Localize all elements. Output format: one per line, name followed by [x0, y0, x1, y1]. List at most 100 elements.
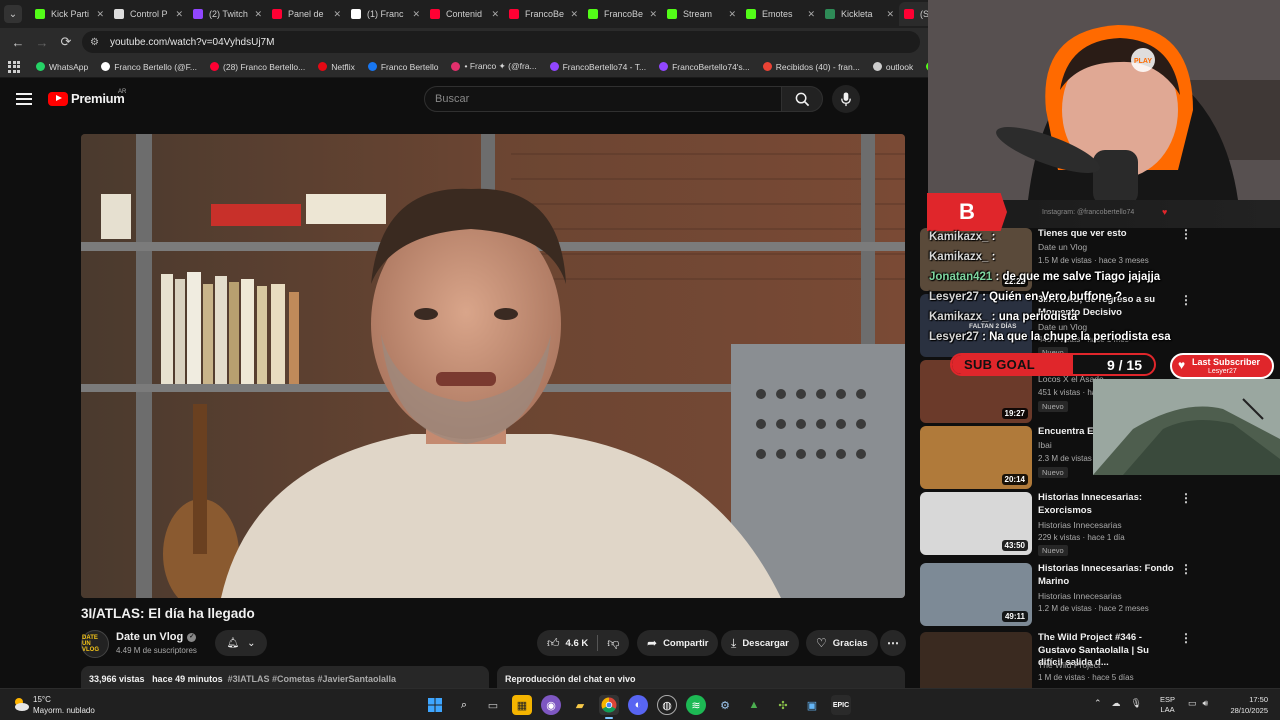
thumbs-down-icon[interactable]: 👎︎ [607, 636, 619, 651]
recommended-channel[interactable]: Historias Innecesarias [1038, 520, 1122, 530]
forward-button[interactable]: → [30, 30, 54, 54]
tab-close-icon[interactable]: ✕ [649, 9, 657, 20]
bookmark-item[interactable]: FrancoBertello74's... [659, 61, 750, 72]
recommended-channel[interactable]: The Wild Project [1038, 660, 1100, 670]
epic-games-icon[interactable]: EPIC [831, 695, 851, 715]
tab-close-icon[interactable]: ✕ [570, 9, 578, 20]
recommended-title[interactable]: Historias Innecesarias: Exorcismos [1038, 492, 1176, 517]
description-box[interactable]: 33,966 vistas hace 49 minutos #3IATLAS #… [81, 666, 489, 688]
bookmark-item[interactable]: Recibidos (40) - fran... [762, 61, 860, 72]
app-circle-icon[interactable]: ◉ [541, 695, 561, 715]
browser-tab[interactable]: (S [899, 2, 928, 26]
tab-close-icon[interactable]: ✕ [333, 9, 341, 20]
more-actions-button[interactable]: ⋯ [880, 630, 906, 656]
address-bar[interactable]: ⚙ youtube.com/watch?v=04VyhdsUj7M [82, 31, 920, 53]
apps-grid-icon[interactable] [8, 60, 20, 73]
browser-tab[interactable]: Kickleta ✕ [820, 2, 899, 26]
video-thumbnail[interactable]: 49:11 [920, 563, 1032, 626]
browser-tab[interactable]: Control P ✕ [109, 2, 188, 26]
bookmark-item[interactable]: (28) Franco Bertello... [210, 61, 305, 72]
bookmark-item[interactable]: Franco Bertello [367, 61, 438, 72]
windows-start-icon[interactable] [425, 695, 445, 715]
discord-icon[interactable]: ◐ [628, 695, 648, 715]
more-options-icon[interactable]: ⋮ [1180, 492, 1192, 504]
recommended-video[interactable]: 49:11 Historias Innecesarias: Fondo Marin… [920, 563, 1280, 627]
bookmark-item[interactable]: • Franco ✦ (@fra... [451, 61, 537, 72]
like-count[interactable]: 4.6 K [566, 638, 589, 649]
browser-tab[interactable]: FrancoBe ✕ [583, 2, 662, 26]
language-indicator[interactable]: ESP LAA [1160, 695, 1175, 715]
steam-icon[interactable]: ⚙ [715, 695, 735, 715]
browser-tab[interactable]: (1) Franc ✕ [346, 2, 425, 26]
recommended-channel[interactable]: Historias Innecesarias [1038, 591, 1122, 601]
store-icon[interactable]: ▦ [512, 695, 532, 715]
bell-icon: 🔔︎ [226, 637, 240, 649]
file-explorer-icon[interactable]: ▰ [570, 695, 590, 715]
tab-label: Kickleta [841, 9, 873, 19]
video-thumbnail[interactable]: 20:14 [920, 426, 1032, 489]
browser-tab[interactable]: Emotes ✕ [741, 2, 820, 26]
tab-close-icon[interactable]: ✕ [412, 9, 420, 20]
bookmark-item[interactable]: Netflix [318, 61, 355, 72]
more-options-icon[interactable]: ⋮ [1180, 563, 1192, 575]
tab-close-icon[interactable]: ✕ [254, 9, 262, 20]
tab-close-icon[interactable]: ✕ [807, 9, 815, 20]
recommended-channel[interactable]: Ibai [1038, 440, 1052, 450]
browser-tab[interactable]: Kick Parti ✕ [30, 2, 109, 26]
video-thumbnail[interactable]: 43:50 [920, 492, 1032, 555]
weather-icon[interactable] [11, 694, 31, 714]
cloud-icon[interactable]: ☁ [1112, 698, 1121, 709]
volume-icon[interactable]: 🔊︎ [1203, 698, 1209, 709]
app-cluster-icon[interactable]: ✣ [773, 695, 793, 715]
channel-avatar[interactable]: DATE UN VLOG [81, 630, 109, 658]
voice-search-button[interactable] [832, 85, 860, 113]
tab-close-icon[interactable]: ✕ [491, 9, 499, 20]
thanks-button[interactable]: ♡ Gracias [806, 630, 878, 656]
recommended-video[interactable]: The Wild Project #346 - Gustavo Santaola… [920, 632, 1280, 688]
bookmark-item[interactable]: Franco Bertello (@F... [101, 61, 197, 72]
browser-tab[interactable]: FrancoBe ✕ [504, 2, 583, 26]
chat-replay-header[interactable]: Reproducción del chat en vivo [497, 666, 905, 688]
bookmark-item[interactable]: WhatsApp [36, 61, 88, 72]
search-button[interactable] [781, 86, 823, 112]
reload-button[interactable]: ⟳ [54, 30, 78, 54]
recommended-title[interactable]: Historias Innecesarias: Fondo Marino [1038, 563, 1176, 588]
bookmark-item[interactable]: FrancoBertello74 - T... [549, 61, 646, 72]
clock[interactable]: 17:50 28/10/2025 [1224, 694, 1268, 716]
tab-close-icon[interactable]: ✕ [886, 9, 894, 20]
video-thumbnail[interactable] [920, 632, 1032, 688]
browser-tab[interactable]: Stream ✕ [662, 2, 741, 26]
microphone-icon[interactable]: 🎙︎ [1131, 698, 1142, 709]
youtube-logo[interactable]: Premium [48, 91, 125, 106]
network-icon[interactable]: ▭ [1188, 698, 1197, 709]
hashtags[interactable]: #3IATLAS #Cometas #JavierSantaolalla [228, 674, 396, 684]
task-view-icon[interactable]: ▭ [483, 695, 503, 715]
chrome-icon[interactable] [599, 695, 619, 719]
tab-close-icon[interactable]: ✕ [728, 9, 736, 20]
bookmark-item[interactable]: outlook [872, 61, 913, 72]
browser-tab[interactable]: Panel de ✕ [267, 2, 346, 26]
site-info-icon[interactable]: ⚙ [90, 37, 102, 48]
more-options-icon[interactable]: ⋮ [1180, 632, 1192, 644]
browser-tab[interactable]: Contenid ✕ [425, 2, 504, 26]
video-player[interactable] [81, 134, 905, 598]
tab-close-icon[interactable]: ✕ [96, 9, 104, 20]
channel-name[interactable]: Date un Vlog ✓ [116, 631, 197, 643]
tab-search-button[interactable]: ⌄ [4, 5, 22, 23]
thumbs-up-icon[interactable]: 👍︎ [547, 636, 560, 651]
recommended-video[interactable]: 43:50 Historias Innecesarias: Exorcismos H… [920, 492, 1280, 556]
remote-desktop-icon[interactable]: ▣ [802, 695, 822, 715]
menu-icon[interactable] [16, 93, 32, 105]
obs-icon[interactable]: ◍ [657, 695, 677, 715]
search-icon[interactable]: ⌕ [454, 695, 474, 715]
chevron-up-icon[interactable]: ⌃ [1094, 698, 1102, 709]
spotify-icon[interactable]: ≋ [686, 695, 706, 715]
download-button[interactable]: ⤓ Descargar [721, 630, 799, 656]
share-button[interactable]: ➦ Compartir [637, 630, 719, 656]
app-triangle-icon[interactable]: ▲ [744, 695, 764, 715]
tab-close-icon[interactable]: ✕ [175, 9, 183, 20]
notifications-button[interactable]: 🔔︎ ⌄ [215, 630, 267, 656]
back-button[interactable]: ← [6, 30, 30, 54]
search-input[interactable]: Buscar [424, 86, 782, 112]
browser-tab[interactable]: (2) Twitch ✕ [188, 2, 267, 26]
